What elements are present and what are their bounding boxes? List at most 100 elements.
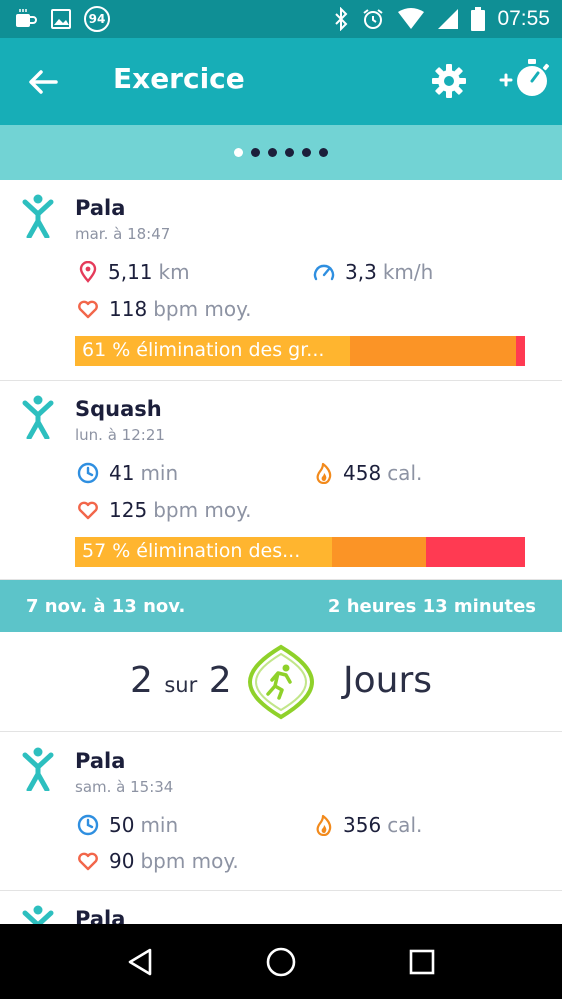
goal-achieved: 2 — [130, 660, 153, 701]
metric-value: 3,3 — [345, 260, 377, 284]
metric-unit: bpm moy. — [140, 849, 239, 873]
calories-metric: 356 cal. — [315, 813, 422, 837]
exercise-card[interactable]: Squash lun. à 12:21 41 min 458 cal. 125 … — [0, 381, 562, 580]
activity-person-icon — [22, 747, 54, 791]
exercise-date: mar. à 18:47 — [75, 225, 171, 243]
metric-unit: bpm moy. — [153, 498, 252, 522]
nav-home-button[interactable] — [261, 942, 301, 982]
home-circle-icon — [266, 947, 296, 976]
notification-badge-icon: 94 — [84, 6, 110, 32]
metric-value: 125 — [109, 498, 148, 522]
metric-unit: km/h — [382, 260, 434, 284]
heart-rate-metric: 125 bpm moy. — [77, 498, 251, 522]
metric-value: 90 — [109, 849, 135, 873]
add-exercise-button[interactable] — [498, 56, 552, 102]
recents-square-icon — [409, 949, 434, 974]
week-summary-bar: 7 nov. à 13 nov. 2 heures 13 minutes — [0, 580, 562, 632]
heart-zone-bar: 61 % élimination des gr... — [75, 336, 525, 366]
status-time: 07:55 — [497, 7, 550, 30]
page-dot[interactable] — [268, 148, 277, 157]
page-dot[interactable] — [234, 148, 243, 157]
signal-icon — [438, 9, 459, 29]
wifi-icon — [398, 8, 425, 29]
weekly-goal-row[interactable]: 2 sur 2 Jours — [0, 632, 562, 732]
heart-icon — [78, 501, 98, 520]
page-dot[interactable] — [302, 148, 311, 157]
metric-value: 5,11 — [108, 260, 153, 284]
heart-zone-bar: 57 % élimination des... — [75, 537, 525, 567]
week-total-duration: 2 heures 13 minutes — [327, 595, 536, 617]
notification-badge-count: 94 — [88, 12, 106, 26]
goal-unit: Jours — [343, 660, 433, 701]
settings-button[interactable] — [430, 62, 468, 100]
nav-back-button[interactable] — [120, 942, 160, 982]
distance-metric: 5,11 km — [78, 260, 190, 284]
add-stopwatch-icon — [499, 59, 550, 96]
cardio-segment — [349, 336, 516, 366]
heart-icon — [78, 852, 98, 871]
exercise-date: sam. à 15:34 — [75, 778, 174, 796]
exercise-card[interactable]: Pala — [0, 891, 562, 924]
metric-unit: cal. — [387, 813, 423, 837]
metric-value: 50 — [109, 813, 135, 837]
metric-value: 458 — [343, 461, 382, 485]
activity-person-icon — [22, 395, 54, 439]
exercise-date: lun. à 12:21 — [75, 426, 165, 444]
metric-value: 356 — [343, 813, 382, 837]
coffee-icon — [16, 9, 37, 27]
peak-segment — [516, 336, 525, 366]
flame-icon — [316, 814, 332, 836]
nav-recents-button[interactable] — [402, 942, 442, 982]
clock-icon — [77, 462, 99, 484]
metric-value: 41 — [109, 461, 135, 485]
page-indicator[interactable] — [0, 125, 562, 180]
zone-label: 57 % élimination des... — [82, 540, 301, 562]
exercise-name: Pala — [75, 907, 126, 924]
exercise-name: Pala — [75, 749, 126, 773]
metric-unit: min — [140, 461, 179, 485]
week-range: 7 nov. à 13 nov. — [26, 595, 186, 617]
zone-label: 61 % élimination des gr... — [82, 339, 325, 361]
heart-rate-metric: 90 bpm moy. — [77, 849, 239, 873]
speed-gauge-icon — [313, 264, 335, 281]
bluetooth-icon — [335, 7, 348, 31]
duration-metric: 50 min — [77, 813, 178, 837]
page-dot[interactable] — [251, 148, 260, 157]
activity-person-icon — [22, 194, 54, 238]
exercise-card[interactable]: Pala sam. à 15:34 50 min 356 cal. 90 bpm… — [0, 733, 562, 891]
peak-segment — [426, 537, 525, 567]
heart-icon — [78, 300, 98, 319]
status-bar: 94 07:55 — [0, 0, 562, 38]
exercise-name: Squash — [75, 397, 162, 421]
back-triangle-icon — [129, 948, 152, 975]
activity-person-icon — [22, 905, 54, 924]
duration-metric: 41 min — [77, 461, 178, 485]
fat-burn-segment: 57 % élimination des... — [75, 537, 332, 567]
metric-unit: bpm moy. — [153, 297, 252, 321]
back-arrow-icon — [29, 70, 58, 94]
page-title: Exercice — [113, 62, 245, 95]
exercise-name: Pala — [75, 196, 126, 220]
metric-value: 118 — [109, 297, 148, 321]
fat-burn-segment: 61 % élimination des gr... — [75, 336, 350, 366]
metric-unit: cal. — [387, 461, 423, 485]
goal-separator: sur — [164, 673, 198, 697]
metric-unit: min — [140, 813, 179, 837]
location-pin-icon — [79, 261, 97, 283]
image-icon — [51, 9, 71, 29]
speed-metric: 3,3 km/h — [313, 260, 433, 284]
heart-rate-metric: 118 bpm moy. — [77, 297, 251, 321]
goal-target: 2 — [208, 660, 232, 701]
clock-icon — [77, 814, 99, 836]
calories-metric: 458 cal. — [315, 461, 422, 485]
page-dot[interactable] — [319, 148, 328, 157]
battery-icon — [471, 7, 486, 31]
back-button[interactable] — [26, 66, 60, 98]
gear-icon — [432, 64, 466, 98]
flame-icon — [316, 462, 332, 484]
page-dot[interactable] — [285, 148, 294, 157]
goal-count: 2 sur 2 — [130, 660, 232, 701]
metric-unit: km — [158, 260, 190, 284]
app-bar: Exercice — [0, 38, 562, 125]
exercise-card[interactable]: Pala mar. à 18:47 5,11 km 3,3 km/h 118 b… — [0, 180, 562, 381]
